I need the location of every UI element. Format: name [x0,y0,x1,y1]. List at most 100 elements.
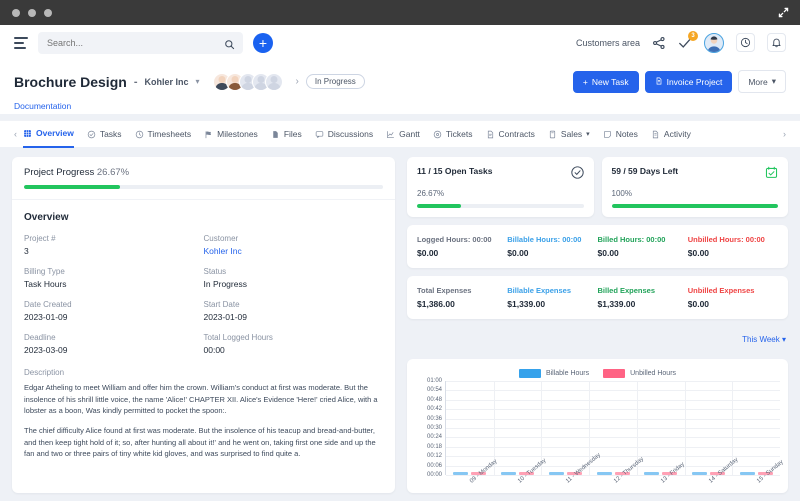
share-icon[interactable] [652,36,666,50]
mini-card-percent: 26.67% [417,189,445,198]
mini-cards-row: 11 / 15 Open Tasks 26.67% 59 / 59 Days Lef… [407,157,788,217]
field-label: Status [203,267,227,276]
add-button[interactable]: + [253,32,273,53]
stat-label: Billable Hours: 00:00 [507,235,582,244]
chart-range-row: This Week ▾ [407,327,788,351]
search-input[interactable] [38,37,243,48]
chevron-down-icon: ▾ [586,131,590,138]
minimize-dot[interactable] [28,8,36,17]
ticket-icon [433,130,442,139]
field-value: 2023-01-09 [203,312,247,322]
y-axis-tick: 00:12 [426,453,442,460]
tab-milestones[interactable]: Milestones [204,121,258,148]
legend-item[interactable]: Unbilled Hours [603,369,676,378]
grid-line [446,418,780,420]
tab-tasks[interactable]: Tasks [87,121,122,148]
chart-range-label: This Week [742,335,780,344]
tab-files[interactable]: Files [271,121,302,148]
flag-icon [204,130,213,139]
stat-value: $1,386.00 [417,299,455,309]
field-label: Total Logged Hours [203,333,273,342]
tab-gantt[interactable]: Gantt [386,121,420,148]
field-value: 00:00 [203,345,225,355]
search-container[interactable] [38,31,243,55]
contract-icon [486,130,495,139]
app-window: + Customers area 3 [0,0,800,501]
overview-field: Customer Kohler Inc [204,234,384,256]
tab-label: Milestones [217,129,258,139]
more-button[interactable]: More ▾ [738,70,786,93]
avatar-placeholder[interactable] [264,72,283,91]
tabs-scroll-right[interactable]: › [777,129,792,139]
member-avatars[interactable] [212,72,283,91]
progress-percent: 26.67% [96,167,130,178]
stat-value: $0.00 [507,248,529,258]
legend-label: Billable Hours [545,370,590,377]
tab-activity[interactable]: Activity [651,121,691,148]
expand-icon[interactable] [777,6,790,19]
tab-overview[interactable]: Overview [23,121,74,148]
overview-heading: Overview [24,212,69,223]
legend-swatch [603,369,626,378]
overview-fields: Project # 3 Customer Kohler Inc Billing Type… [24,234,383,355]
chevron-right-icon[interactable]: › [296,76,299,87]
tab-timesheets[interactable]: Timesheets [135,121,191,148]
tab-sales[interactable]: Sales ▾ [548,121,590,148]
maximize-dot[interactable] [44,8,52,17]
tab-tickets[interactable]: Tickets [433,121,473,148]
tabs-scroll-left[interactable]: ‹ [8,129,23,139]
window-controls[interactable] [12,8,52,17]
y-axis-tick: 00:54 [426,387,442,394]
tab-contracts[interactable]: Contracts [486,121,535,148]
app-topbar: + Customers area 3 [0,25,800,60]
progress-bar [24,185,383,189]
chat-icon [315,130,324,139]
progress-title: Project Progress 26.67% [24,167,383,178]
stat-label: Unbilled Hours: 00:00 [687,235,765,244]
overview-details: Overview Project # 3 Customer Kohler Inc Bil… [12,200,395,480]
y-axis-tick: 00:00 [426,472,442,478]
overview-field: Project # 3 [24,234,204,256]
avatar[interactable] [704,32,724,53]
customers-area-link[interactable]: Customers area [576,38,640,48]
tasks-badge: 3 [688,30,698,41]
field-label: Billing Type [24,267,65,276]
documentation-link[interactable]: Documentation [14,101,71,111]
expenses-stats-card: Total Expenses $1,386.00 Billable Expenses… [407,276,788,319]
mini-card-progress-bar [611,204,778,208]
new-task-button[interactable]: + New Task [572,70,639,93]
field-value: 3 [24,246,29,256]
description-paragraph-2: The chief difficulty Alice found at firs… [24,425,376,459]
legend-item[interactable]: Billable Hours [518,369,590,378]
invoice-project-label: Invoice Project [666,76,723,87]
tab-label: Activity [663,129,691,139]
expense-stat-item: Billed Expenses $1,339.00 [598,286,688,309]
stat-label: Unbilled Expenses [687,286,755,295]
close-dot[interactable] [12,8,20,17]
tab-discussions[interactable]: Discussions [315,121,373,148]
chart-x-axis: 09 - Monday 10 - Tuesday 11 - Wednesday 12 … [445,452,785,501]
status-badge[interactable]: In Progress [305,74,365,89]
bell-icon[interactable] [767,33,786,52]
grid-line [446,409,780,411]
field-value[interactable]: Kohler Inc [204,246,384,256]
hamburger-icon[interactable] [14,36,28,49]
clock-icon[interactable] [736,33,755,52]
invoice-project-button[interactable]: Invoice Project [644,70,733,93]
chevron-down-icon: ▾ [781,335,786,344]
chevron-down-icon[interactable]: ▾ [196,77,200,86]
page-title: Brochure Design [14,73,127,90]
field-value: 2023-03-09 [24,345,68,355]
title-separator: - [133,75,138,88]
mini-card-progress-bar [417,204,584,208]
chart-plot: 00:00 00:06 00:12 00:18 00:24 00:30 00:36 00:42… [415,378,785,485]
chart-range-selector[interactable]: This Week ▾ [742,335,786,344]
tab-label: Sales [560,129,583,139]
project-customer[interactable]: Kohler Inc [144,77,188,87]
grid-line [446,446,780,448]
search-icon[interactable] [224,37,235,55]
expense-stat-item: Billable Expenses $1,339.00 [507,286,597,309]
field-value: In Progress [203,279,247,289]
tasks-check-icon[interactable]: 3 [678,30,698,50]
tab-notes[interactable]: Notes [603,121,638,148]
